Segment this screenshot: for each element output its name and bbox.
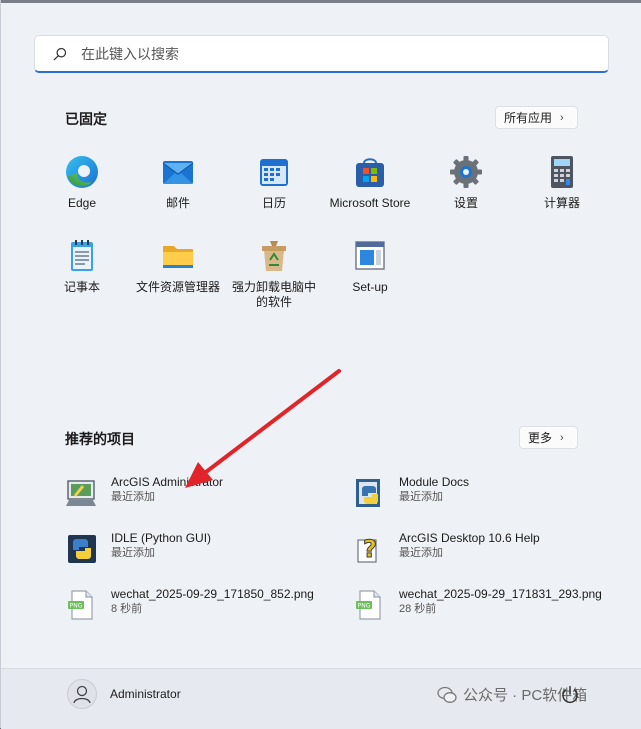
pinned-title: 已固定 xyxy=(65,111,107,127)
pinned-app-mail[interactable]: 邮件 xyxy=(133,154,223,211)
item-name: Module Docs xyxy=(399,475,470,489)
all-apps-button[interactable]: 所有应用 › xyxy=(495,106,578,129)
search-box[interactable] xyxy=(34,35,609,73)
app-label: 强力卸载电脑中的软件 xyxy=(231,280,316,309)
store-icon xyxy=(356,158,384,187)
recommended-item-idle[interactable]: IDLE (Python GUI) 最近添加 xyxy=(65,530,211,566)
mail-icon xyxy=(162,161,194,184)
all-apps-label: 所有应用 xyxy=(504,111,553,125)
calendar-icon xyxy=(260,159,288,186)
png-file-icon: PNG xyxy=(68,590,93,620)
recommended-item-module-docs[interactable]: Module Docs 最近添加 xyxy=(353,474,469,510)
pinned-app-uninstaller[interactable]: 强力卸载电脑中的软件 xyxy=(229,238,319,310)
power-icon[interactable] xyxy=(559,684,581,706)
app-label: 邮件 xyxy=(165,196,190,210)
pinned-app-edge[interactable]: Edge xyxy=(37,154,127,211)
pinned-app-microsoft-store[interactable]: Microsoft Store xyxy=(325,154,415,211)
pinned-app-notepad[interactable]: 记事本 xyxy=(37,238,127,295)
python-idle-icon xyxy=(68,535,96,563)
more-button[interactable]: 更多 › xyxy=(519,426,578,449)
recommended-item-png-2[interactable]: PNG wechat_2025-09-29_171831_293.png 28 … xyxy=(353,586,602,622)
app-label: 设置 xyxy=(453,196,478,210)
search-icon xyxy=(53,47,67,60)
recommended-item-arcgis-help[interactable]: ? ArcGIS Desktop 10.6 Help 最近添加 xyxy=(353,530,540,566)
pinned-app-file-explorer[interactable]: 文件资源管理器 xyxy=(133,238,223,295)
chevron-right-icon: › xyxy=(560,111,564,124)
pinned-app-setup[interactable]: Set-up xyxy=(325,238,415,295)
arcgis-admin-icon xyxy=(66,480,96,506)
chevron-right-icon: › xyxy=(560,431,564,444)
python-docs-icon xyxy=(356,479,380,507)
app-label: Microsoft Store xyxy=(329,196,411,210)
wechat-icon xyxy=(437,686,457,703)
edge-icon xyxy=(66,156,98,188)
item-subtitle: 最近添加 xyxy=(399,547,443,559)
item-name: wechat_2025-09-29_171831_293.png xyxy=(399,587,602,601)
user-name[interactable]: Administrator xyxy=(110,687,181,701)
app-label: 文件资源管理器 xyxy=(135,280,220,294)
item-name: ArcGIS Desktop 10.6 Help xyxy=(399,531,540,545)
app-label: Edge xyxy=(67,196,97,210)
taskbar-edge xyxy=(1,0,641,3)
item-name: ArcGIS Administrator xyxy=(111,475,224,489)
item-subtitle: 28 秒前 xyxy=(399,603,437,615)
pinned-app-calendar[interactable]: 日历 xyxy=(229,154,319,211)
pinned-app-settings[interactable]: 设置 xyxy=(421,154,511,211)
search-input[interactable] xyxy=(79,44,563,63)
svg-text:?: ? xyxy=(363,535,377,563)
item-subtitle: 最近添加 xyxy=(111,547,155,559)
recommended-title: 推荐的项目 xyxy=(65,431,135,447)
recommended-item-arcgis-admin[interactable]: ArcGIS Administrator 最近添加 xyxy=(65,474,223,510)
png-file-icon: PNG xyxy=(356,590,381,620)
help-icon: ? xyxy=(357,535,377,564)
svg-text:PNG: PNG xyxy=(70,603,83,610)
calculator-icon xyxy=(551,156,573,188)
recycle-box-icon xyxy=(262,241,286,271)
recommended-item-png-1[interactable]: PNG wechat_2025-09-29_171850_852.png 8 秒… xyxy=(65,586,314,622)
setup-window-icon xyxy=(355,241,385,270)
item-subtitle: 8 秒前 xyxy=(111,603,143,615)
start-menu: 已固定 所有应用 › Edge 邮件 xyxy=(0,0,641,729)
user-icon xyxy=(73,685,91,704)
app-label: 记事本 xyxy=(63,280,100,294)
user-avatar[interactable] xyxy=(67,679,97,709)
item-name: IDLE (Python GUI) xyxy=(111,531,212,545)
app-label: Set-up xyxy=(352,280,388,294)
item-subtitle: 最近添加 xyxy=(399,491,443,503)
app-label: 日历 xyxy=(261,196,286,210)
notepad-icon xyxy=(71,240,93,271)
item-subtitle: 最近添加 xyxy=(111,491,155,503)
app-label: 计算器 xyxy=(543,196,580,210)
more-label: 更多 xyxy=(528,431,553,445)
pinned-app-calculator[interactable]: 计算器 xyxy=(517,154,607,211)
gear-icon xyxy=(450,156,482,188)
svg-text:PNG: PNG xyxy=(358,603,371,610)
folder-icon xyxy=(163,246,193,268)
item-name: wechat_2025-09-29_171850_852.png xyxy=(111,587,314,601)
